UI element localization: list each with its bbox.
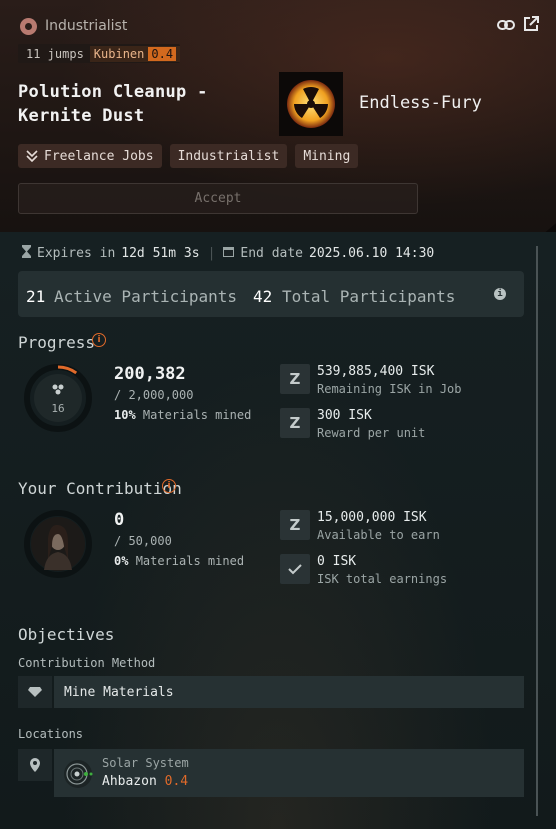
map-pin-icon [18,749,52,781]
remaining-isk: 539,885,400 ISK [317,364,435,379]
tag-industrialist[interactable]: Industrialist [169,144,288,168]
checkmark-icon [280,554,310,584]
earned-isk: 0 ISK [317,554,357,569]
contribution-method-label: Contribution Method [18,656,156,670]
ore-icon [51,380,65,399]
end-date-label: End date [240,246,304,261]
progress-percent-label: Materials mined [142,408,252,422]
isk-icon: Z [280,408,310,438]
available-isk-label: Available to earn [317,528,440,542]
contribution-current: 0 [114,510,125,530]
info-icon[interactable]: i [494,288,506,300]
job-title: Polution Cleanup - Kernite Dust [18,82,208,126]
contribution-info-icon[interactable]: i [162,479,176,493]
contribution-percent-label: Materials mined [135,554,245,568]
progress-title: Progress [18,333,96,352]
end-date-value: 2025.06.10 14:30 [309,246,435,261]
active-participants-label: Active Participants [54,287,238,306]
contribution-title: Your Contribution [18,479,182,498]
hourglass-icon [22,245,31,262]
progress-percent-row: 10% Materials mined [114,408,251,422]
location-name[interactable]: Ahbazon [102,774,157,789]
accept-button[interactable]: Accept [18,183,418,214]
contribution-method-row[interactable]: Mine Materials [18,676,524,708]
contribution-target: / 50,000 [114,534,172,548]
locations-label: Locations [18,727,84,741]
progress-ring: 16 [24,364,92,436]
solar-system-icon [62,758,94,794]
corporation-logo[interactable] [279,72,343,136]
total-participants-label: Total Participants [282,287,456,306]
progress-current: 200,382 [114,364,186,384]
progress-info-icon[interactable]: i [92,333,106,347]
timing-row: Expires in 12d 51m 3s | End date 2025.06… [22,245,434,262]
reward-per-unit-label: Reward per unit [317,426,426,440]
job-type-label: Industrialist [45,18,128,34]
scrollbar[interactable] [536,246,538,816]
expires-label: Expires in [37,246,116,261]
earned-isk-label: ISK total earnings [317,572,448,586]
progress-percent: 10% [114,408,136,422]
route-badge: 11 jumps Kubinen 0.4 [18,44,181,63]
location-type: Solar System [102,756,189,770]
link-icon[interactable] [497,17,515,37]
location-card[interactable]: Solar System Ahbazon 0.4 [54,749,524,797]
objectives-title: Objectives [18,625,115,644]
progress-target: / 2,000,000 [114,388,194,402]
total-participants-count: 42 [253,287,273,306]
system-name[interactable]: Kubinen [94,47,145,61]
participants-panel: 21 Active Participants 42 Total Particip… [18,271,524,317]
expires-value: 12d 51m 3s [121,246,200,261]
contribution-percent-row: 0% Materials mined [114,554,244,568]
isk-icon: Z [280,364,310,394]
location-row[interactable]: Solar System Ahbazon 0.4 [18,749,524,797]
industrialist-icon [20,18,37,35]
external-link-icon[interactable] [523,16,539,36]
jump-count: 11 jumps [26,46,84,61]
location-name-row: Ahbazon 0.4 [102,774,188,789]
location-security: 0.4 [164,774,189,789]
chevrons-down-icon [26,150,38,162]
ring-count: 16 [51,402,65,415]
character-portrait[interactable] [24,510,92,582]
contribution-percent: 0% [114,554,129,568]
available-isk: 15,000,000 ISK [317,510,427,525]
tag-mining[interactable]: Mining [295,144,359,168]
contribution-method-value: Mine Materials [54,676,524,708]
gem-icon [18,676,52,708]
tag-list: Freelance Jobs Industrialist Mining [18,144,359,168]
reward-per-unit: 300 ISK [317,408,372,423]
isk-icon: Z [280,510,310,540]
header-stripe-decoration [436,180,556,232]
calendar-icon [223,246,235,261]
active-participants-count: 21 [26,287,46,306]
tag-freelance-jobs[interactable]: Freelance Jobs [18,144,162,168]
corporation-name[interactable]: Endless-Fury [359,93,482,113]
remaining-isk-label: Remaining ISK in Job [317,382,462,396]
system-security: 0.4 [148,46,177,61]
